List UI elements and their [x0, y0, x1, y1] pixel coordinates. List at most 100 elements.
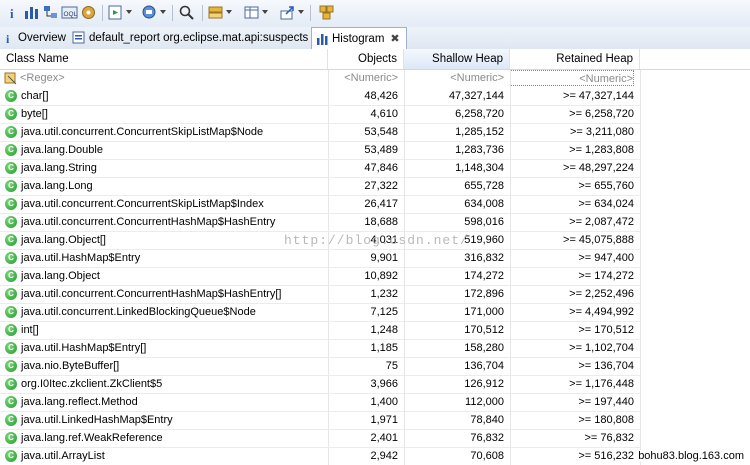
class-icon: C: [5, 396, 17, 408]
objects-cell: 4,610: [370, 108, 398, 120]
class-name-cell: java.lang.reflect.Method: [21, 396, 138, 408]
shallow-heap-cell: 158,280: [464, 342, 504, 354]
class-name-cell: java.lang.Double: [21, 144, 103, 156]
column-header-shallow-heap[interactable]: Shallow Heap: [404, 49, 510, 69]
table-row[interactable]: Cchar[] 48,426 47,327,144 >= 47,327,144: [0, 87, 640, 106]
close-tab-icon[interactable]: ✖: [390, 28, 399, 50]
tab-histogram-label: Histogram: [332, 33, 385, 45]
objects-cell: 1,400: [370, 396, 398, 408]
objects-cell: 1,248: [370, 324, 398, 336]
table-row[interactable]: Cjava.lang.Long 27,322 655,728 >= 655,760: [0, 177, 640, 196]
objects-cell: 1,185: [370, 342, 398, 354]
retained-heap-cell: >= 2,087,472: [569, 216, 634, 228]
retained-heap-cell: >= 47,327,144: [563, 90, 634, 102]
retained-heap-cell: >= 4,494,992: [569, 306, 634, 318]
info-icon[interactable]: i: [4, 4, 21, 21]
tab-default-report[interactable]: default_report org.eclipse.mat.api:suspe…: [72, 27, 308, 49]
run-report-icon[interactable]: [107, 4, 124, 21]
table-row[interactable]: Cint[] 1,248 170,512 >= 170,512: [0, 321, 640, 340]
table-row[interactable]: Cjava.lang.Object 10,892 174,272 >= 174,272: [0, 267, 640, 286]
retained-heap-cell: >= 174,272: [578, 270, 634, 282]
search-icon[interactable]: [178, 4, 195, 21]
tab-overview[interactable]: i Overview: [4, 27, 66, 49]
class-icon: C: [5, 288, 17, 300]
class-icon: C: [5, 378, 17, 390]
class-icon: C: [5, 216, 17, 228]
class-icon: C: [5, 414, 17, 426]
table-row[interactable]: Corg.I0Itec.zkclient.ZkClient$5 3,966 126,…: [0, 375, 640, 394]
table-row[interactable]: Cjava.util.concurrent.ConcurrentSkipList…: [0, 123, 640, 142]
shallow-heap-filter[interactable]: <Numeric>: [404, 70, 504, 87]
retained-heap-cell: >= 2,252,496: [569, 288, 634, 300]
histogram-icon[interactable]: [23, 4, 40, 21]
retained-heap-cell: >= 48,297,224: [563, 162, 634, 174]
column-header-retained-heap[interactable]: Retained Heap: [510, 49, 640, 69]
table-row[interactable]: Cjava.util.concurrent.ConcurrentHashMap$…: [0, 213, 640, 232]
shallow-heap-cell: 598,016: [464, 216, 504, 228]
leak-suspects-icon[interactable]: [318, 4, 335, 21]
query-browser-icon[interactable]: [141, 4, 158, 21]
retained-heap-cell: >= 180,808: [578, 414, 634, 426]
shallow-heap-cell: 78,840: [470, 414, 504, 426]
class-name-cell: java.util.LinkedHashMap$Entry: [21, 414, 173, 426]
shallow-heap-cell: 47,327,144: [448, 90, 504, 102]
tab-histogram[interactable]: Histogram ✖: [311, 27, 407, 50]
table-row[interactable]: Cjava.nio.ByteBuffer[] 75 136,704 >= 136,70…: [0, 357, 640, 376]
group-by-icon[interactable]: [207, 4, 224, 21]
objects-cell: 27,322: [364, 180, 398, 192]
class-name-cell: org.I0Itec.zkclient.ZkClient$5: [21, 378, 163, 390]
table-row[interactable]: Cjava.lang.Double 53,489 1,283,736 >= 1,283…: [0, 141, 640, 160]
class-icon: C: [5, 252, 17, 264]
class-name-cell: byte[]: [21, 108, 48, 120]
table-row[interactable]: Cjava.util.concurrent.ConcurrentHashMap$…: [0, 285, 640, 304]
filter-row: <Regex> <Numeric> <Numeric> <Numeric>: [0, 70, 750, 87]
class-name-cell: java.util.HashMap$Entry: [21, 252, 141, 264]
class-name-cell: char[]: [21, 90, 49, 102]
table-row[interactable]: Cjava.util.HashMap$Entry 9,901 316,832 >= 9…: [0, 249, 640, 268]
objects-filter[interactable]: <Numeric>: [328, 70, 398, 87]
table-row[interactable]: Cjava.util.concurrent.ConcurrentSkipList…: [0, 195, 640, 214]
class-icon: C: [5, 270, 17, 282]
retained-heap-filter[interactable]: <Numeric>: [510, 70, 634, 86]
class-icon: C: [5, 342, 17, 354]
column-header-class-name[interactable]: Class Name: [0, 49, 328, 69]
thread-icon[interactable]: [80, 4, 97, 21]
table-header: Class Name Objects Shallow Heap Retained…: [0, 49, 750, 70]
columns-icon[interactable]: [243, 4, 260, 21]
class-icon: C: [5, 162, 17, 174]
shallow-heap-cell: 172,896: [464, 288, 504, 300]
class-icon: C: [5, 306, 17, 318]
class-icon: C: [5, 144, 17, 156]
class-icon: C: [5, 108, 17, 120]
table-row[interactable]: Cbyte[] 4,610 6,258,720 >= 6,258,720: [0, 105, 640, 124]
shallow-heap-cell: 634,008: [464, 198, 504, 210]
shallow-heap-cell: 112,000: [465, 396, 504, 408]
class-name-filter[interactable]: <Regex>: [20, 70, 320, 87]
class-name-cell: int[]: [21, 324, 39, 336]
class-icon: C: [5, 432, 17, 444]
table-row[interactable]: Cjava.lang.ref.WeakReference 2,401 76,832 >…: [0, 429, 640, 448]
objects-cell: 9,901: [370, 252, 398, 264]
objects-cell: 1,971: [370, 414, 398, 426]
class-name-cell: java.util.concurrent.LinkedBlockingQueue…: [21, 306, 256, 318]
table-row[interactable]: Cjava.util.LinkedHashMap$Entry 1,971 78,84…: [0, 411, 640, 430]
histogram-icon: [317, 33, 328, 45]
shallow-heap-cell: 76,832: [470, 432, 504, 444]
class-icon: C: [5, 90, 17, 102]
table-row[interactable]: Cjava.util.HashMap$Entry[] 1,185 158,280 >=…: [0, 339, 640, 358]
objects-cell: 3,966: [370, 378, 398, 390]
export-icon[interactable]: [279, 4, 296, 21]
dominator-tree-icon[interactable]: [42, 4, 59, 21]
column-header-objects[interactable]: Objects: [328, 49, 404, 69]
objects-cell: 2,401: [370, 432, 398, 444]
table-row[interactable]: Cjava.lang.reflect.Method 1,400 112,000 >= …: [0, 393, 640, 412]
retained-heap-cell: >= 3,211,080: [569, 126, 634, 138]
table-row[interactable]: Cjava.lang.String 47,846 1,148,304 >= 48,29…: [0, 159, 640, 178]
shallow-heap-cell: 126,912: [464, 378, 504, 390]
oql-icon[interactable]: OQL: [61, 4, 78, 21]
table-row[interactable]: Cjava.util.concurrent.LinkedBlockingQueu…: [0, 303, 640, 322]
main-toolbar: i OQL: [0, 0, 750, 28]
retained-heap-cell: >= 1,283,808: [569, 144, 634, 156]
class-name-cell: java.util.concurrent.ConcurrentSkipListM…: [21, 126, 264, 138]
table-row[interactable]: Cjava.util.ArrayList 2,942 70,608 >= 516,23…: [0, 447, 640, 465]
